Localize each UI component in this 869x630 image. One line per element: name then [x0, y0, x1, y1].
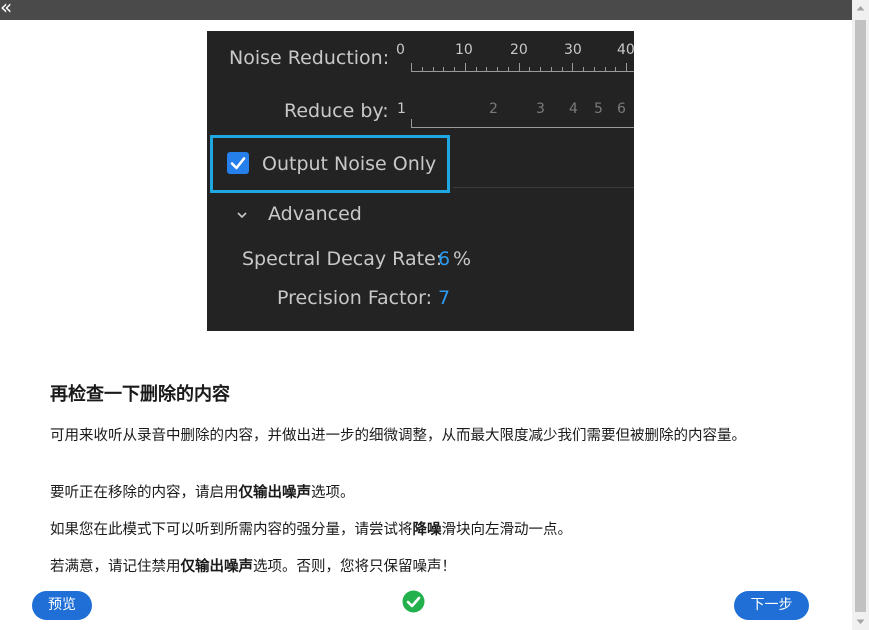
ruler-tick: [561, 67, 563, 71]
text: 选项。: [311, 485, 355, 501]
slider-name: 降噪: [412, 522, 442, 538]
spectral-decay-unit: %: [453, 248, 472, 270]
option-name: 仅输出噪声: [180, 559, 254, 575]
instruction-disable: 若满意，请记住禁用仅输出噪声选项。否则，您将只保留噪声！: [50, 557, 810, 577]
tick-label: 3: [536, 101, 545, 117]
reduce-by-label: Reduce by:: [284, 100, 389, 122]
reduce-by-ruler: [411, 127, 634, 128]
tick-label: 30: [564, 42, 582, 58]
ruler-tick: [529, 67, 531, 71]
ruler-tick: [550, 67, 552, 71]
tick-label: 40: [617, 42, 634, 58]
ruler-tick: [507, 67, 509, 71]
ruler-tick: [486, 67, 488, 71]
tick-label: 20: [510, 42, 528, 58]
noise-reduction-ruler-line: [411, 71, 634, 72]
text: 若满意，请记住禁用: [50, 559, 181, 575]
ruler-tick: [583, 67, 584, 71]
ruler-tick: [421, 67, 423, 71]
ruler-tick: [572, 63, 574, 71]
ruler-tick: [432, 67, 434, 71]
vertical-scrollbar[interactable]: [852, 0, 869, 630]
scroll-thumb[interactable]: [855, 20, 866, 612]
ruler-tick: [497, 67, 498, 71]
next-step-button[interactable]: 下一步: [734, 591, 809, 620]
tick-label: 1: [397, 101, 406, 117]
top-toolbar: «: [0, 0, 852, 20]
text: 如果您在此模式下可以听到所需内容的强分量，请尝试将: [50, 522, 413, 538]
noise-reduction-screenshot: Noise Reduction: 0 10 20 30 40 Reduce by…: [207, 31, 634, 331]
checkbox-checked-icon[interactable]: [227, 152, 249, 174]
ruler-tick: [411, 119, 412, 128]
intro-paragraph: 可用来收听从录音中删除的内容，并做出进一步的细微调整，从而最大限度减少我们需要但…: [50, 428, 746, 444]
ruler-tick: [475, 67, 477, 71]
instruction-enable: 要听正在移除的内容，请启用仅输出噪声选项。: [50, 483, 810, 503]
tick-label: 10: [455, 42, 473, 58]
spectral-decay-value: 6: [438, 248, 451, 270]
tick-label: 2: [489, 101, 498, 117]
text: 选项。否则，您将只保留噪声！: [253, 559, 456, 575]
tick-label: 4: [569, 101, 578, 117]
ruler-tick: [604, 67, 606, 71]
ruler-tick: [593, 67, 595, 71]
preview-button[interactable]: 预览: [32, 591, 92, 620]
precision-factor-value: 7: [438, 287, 451, 309]
output-noise-only-label: Output Noise Only: [262, 153, 437, 175]
ruler-tick: [443, 67, 445, 71]
ruler-tick: [626, 63, 627, 71]
page-title: 再检查一下删除的内容: [50, 384, 230, 405]
collapse-icon[interactable]: «: [0, 0, 12, 17]
tick-label: 0: [396, 42, 405, 58]
tick-label: 6: [617, 101, 626, 117]
ruler-tick: [540, 67, 541, 71]
ruler-tick: [615, 67, 617, 71]
ruler-tick: [518, 63, 520, 71]
precision-factor-label: Precision Factor:: [277, 287, 433, 309]
chevron-down-icon[interactable]: [236, 209, 248, 221]
instruction-slider: 如果您在此模式下可以听到所需内容的强分量，请尝试将降噪滑块向左滑动一点。: [50, 520, 810, 540]
scroll-down-arrow-icon[interactable]: [852, 613, 869, 630]
ruler-tick: [464, 63, 466, 71]
tick-label: 5: [594, 101, 603, 117]
ruler-tick: [454, 67, 455, 71]
noise-reduction-label: Noise Reduction:: [229, 47, 390, 69]
text: 滑块向左滑动一点。: [441, 522, 573, 538]
spectral-decay-label: Spectral Decay Rate:: [242, 248, 443, 270]
option-name: 仅输出噪声: [238, 485, 312, 501]
divider: [453, 187, 634, 188]
advanced-section-label: Advanced: [268, 203, 362, 225]
text: 要听正在移除的内容，请启用: [50, 485, 239, 501]
ruler-tick: [411, 63, 412, 71]
check-circle-icon: [402, 590, 425, 613]
scroll-up-arrow-icon[interactable]: [852, 0, 869, 17]
